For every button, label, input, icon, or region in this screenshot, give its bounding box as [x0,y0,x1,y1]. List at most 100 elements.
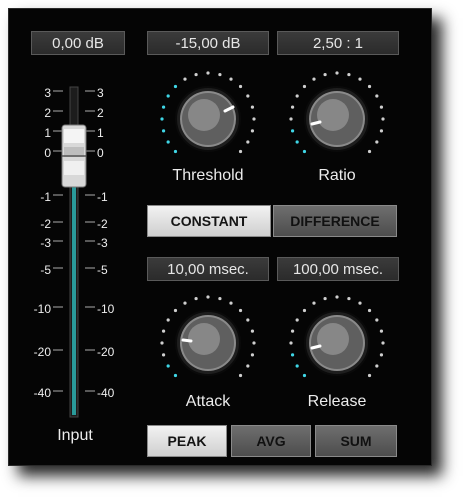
attack-knob[interactable] [154,289,262,397]
scale-dot [367,149,372,154]
scale-dot [173,149,178,154]
scale-label: -10 [97,302,115,316]
scale-dot [161,329,166,333]
ratio-knob[interactable] [283,65,391,173]
scale-dot [252,341,256,345]
scale-dot [347,296,351,301]
scale-dot [206,71,210,75]
scale-dot [295,94,299,98]
scale-dot [347,72,351,77]
scale-dot [160,117,164,121]
threshold-knob[interactable] [154,65,262,173]
scale-dot [166,318,170,322]
scale-dot [229,77,233,81]
scale-dot [194,72,198,77]
scale-dot [250,353,255,357]
scale-dot [335,295,339,299]
ratio-label: Ratio [318,167,356,184]
compressor-panel: 0,00 dB 3 2 1 0 -1 -2 -3 -5 -10 -20 -40 … [8,8,432,466]
scale-dot [379,129,384,133]
scale-dot [218,296,222,301]
input-level-meter [72,157,76,415]
release-label: Release [307,393,367,410]
scale-dot [302,373,307,378]
scale-dot [379,329,384,333]
scale-dot [250,105,255,109]
scale-dot [312,301,316,305]
scale-dot [379,353,384,357]
scale-dot [358,77,362,81]
scale-dot [173,308,178,313]
scale-dot [335,71,339,75]
scale-dot [252,117,256,121]
scale-dot [238,84,243,89]
scale-dot [246,364,250,368]
scale-dot [238,308,243,313]
scale-dot [295,140,299,144]
scale-dot [290,353,295,357]
peak-button[interactable]: PEAK [147,425,227,457]
threshold-label: Threshold [172,167,244,184]
scale-dot [160,341,164,345]
scale-dot [290,329,295,333]
scale-dot [238,373,243,378]
scale-dot [173,84,178,89]
scale-dot [381,117,385,121]
input-label: Input [57,427,93,444]
scale-dot [246,94,250,98]
difference-button[interactable]: DIFFERENCE [273,205,397,237]
release-readout[interactable]: 100,00 msec. [277,257,399,281]
scale-dot [323,72,327,77]
scale-dot [290,105,295,109]
scale-dot [358,301,362,305]
attack-label: Attack [185,393,231,410]
scale-dot [290,129,295,133]
scale-dot [166,364,170,368]
scale-dot [246,318,250,322]
input-gain-readout[interactable]: 0,00 dB [31,31,125,55]
attack-readout[interactable]: 10,00 msec. [147,257,269,281]
scale-dot [229,301,233,305]
scale-dot [302,149,307,154]
scale-dot [161,129,166,133]
scale-dot [289,117,293,121]
scale-dot [375,140,379,144]
scale-dot [161,353,166,357]
scale-dot [381,341,385,345]
scale-dot [295,318,299,322]
fader-handle[interactable] [61,124,87,188]
scale-dot [166,140,170,144]
release-knob[interactable] [283,289,391,397]
scale-dot [250,329,255,333]
scale-dot [218,72,222,77]
avg-button[interactable]: AVG [231,425,311,457]
scale-dot [246,140,250,144]
input-scale-right: 3 2 1 0 -1 -2 -3 -5 -10 -20 -40 [97,87,133,417]
constant-button[interactable]: CONSTANT [147,205,271,237]
scale-dot [379,105,384,109]
ratio-readout[interactable]: 2,50 : 1 [277,31,399,55]
scale-dot [183,77,187,81]
scale-dot [289,341,293,345]
input-scale-left: 3 2 1 0 -1 -2 -3 -5 -10 -20 -40 [15,87,51,417]
scale-dot [302,84,307,89]
scale-dot [375,94,379,98]
scale-dot [323,296,327,301]
scale-dot [367,373,372,378]
scale-dot [194,296,198,301]
scale-dot [183,301,187,305]
scale-dot [312,77,316,81]
scale-dot [295,364,299,368]
scale-dot [250,129,255,133]
threshold-readout[interactable]: -15,00 dB [147,31,269,55]
scale-dot [302,308,307,313]
input-fader[interactable] [49,85,99,425]
attack-pointer [181,338,193,343]
scale-dot [238,149,243,154]
scale-label: -20 [97,345,115,359]
release-pointer [310,344,322,350]
sum-button[interactable]: SUM [315,425,397,457]
scale-dot [367,84,372,89]
scale-dot [206,295,210,299]
scale-dot [375,318,379,322]
